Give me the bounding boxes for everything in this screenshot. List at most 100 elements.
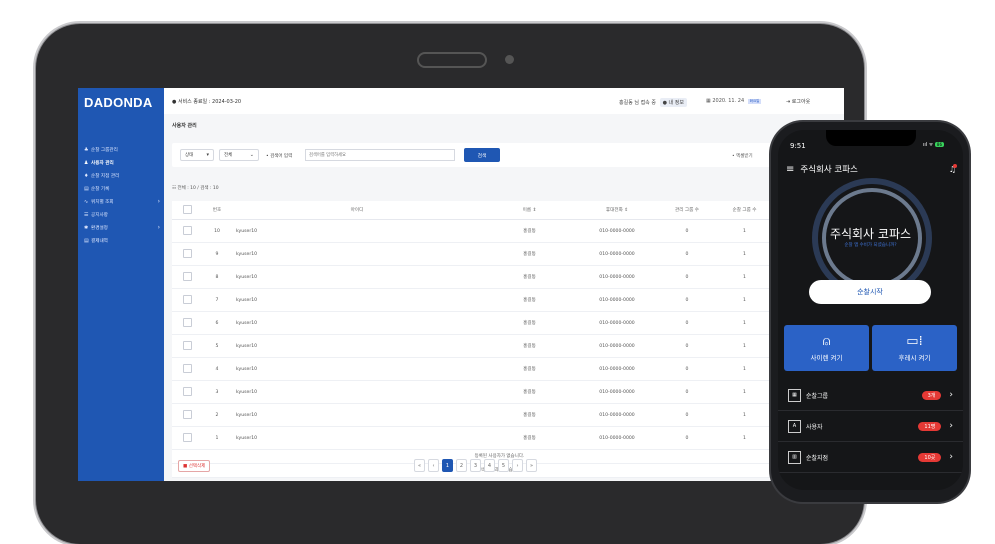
page-button-3[interactable]: 2 (456, 459, 467, 472)
row-manage-groups: 0 (657, 403, 717, 427)
sidebar-item-4[interactable]: ∿ 위치별 조회 › (84, 195, 160, 208)
column-header-0[interactable] (172, 201, 202, 220)
row-checkbox[interactable] (182, 294, 192, 304)
row-user-id[interactable]: kyuser10 (232, 403, 482, 427)
excel-download-link[interactable]: • 엑셀받기 (732, 153, 753, 159)
row-checkbox[interactable] (182, 432, 192, 442)
receipt-icon: ▤ (84, 237, 89, 244)
keyword-input[interactable] (305, 149, 455, 161)
row-user-id[interactable]: kyuser10 (232, 426, 482, 450)
row-name: 홍길동 (482, 265, 577, 289)
row-checkbox[interactable] (182, 386, 192, 396)
sidebar-menu: ♣ 순찰 그룹관리 ♟ 사용자 관리 ♦ 순찰 지점 관리 ▤ 순찰 기록 ∿ 위치별 조회 › ☰ 공… (84, 143, 160, 247)
table-row[interactable]: 9kyuser10홍길동010-0000-000001대기 (172, 242, 827, 266)
table-row[interactable]: 3kyuser10홍길동010-0000-000001승인 (172, 380, 827, 404)
gear-icon: ✱ (84, 224, 89, 231)
column-header-6: 순찰 그룹 수 (717, 201, 772, 220)
row-name: 홍길동 (482, 242, 577, 266)
row-checkbox[interactable] (182, 225, 192, 235)
row-phone: 010-0000-0000 (577, 380, 657, 404)
row-name: 홍길동 (482, 357, 577, 381)
scope-select[interactable]: 전체 ⌄ (219, 149, 259, 161)
logout-link[interactable]: ⇥ 로그아웃 (786, 98, 810, 105)
sidebar-item-0[interactable]: ♣ 순찰 그룹관리 (84, 143, 160, 156)
page-button-4[interactable]: 3 (470, 459, 481, 472)
row-checkbox[interactable] (182, 317, 192, 327)
table-row[interactable]: 10kyuser10홍길동010-0000-000001승인 (172, 219, 827, 243)
row-checkbox[interactable] (182, 409, 192, 419)
row-user-id[interactable]: kyuser10 (232, 265, 482, 289)
group-icon: ▦ (788, 388, 801, 402)
sidebar-item-5[interactable]: ☰ 공지사항 (84, 208, 160, 221)
filter-bar: 상태 ▾ 전체 ⌄ • 검색어 입력 검색 • 엑셀받기 (172, 143, 827, 167)
row-checkbox-cell (172, 426, 202, 450)
table-row[interactable]: 2kyuser10홍길동010-0000-000001승인 (172, 403, 827, 427)
table-row[interactable]: 7kyuser10홍길동010-0000-000001대기 (172, 288, 827, 312)
row-manage-groups: 0 (657, 426, 717, 450)
select-all-checkbox[interactable] (182, 204, 192, 214)
sidebar-item-label: 공지사항 (91, 212, 108, 218)
siren-label: 사이렌 켜기 (810, 354, 843, 362)
table-row[interactable]: 4kyuser10홍길동010-0000-000001승인 (172, 357, 827, 381)
trash-icon: ■ (183, 464, 188, 469)
flashlight-button[interactable]: ▭⁞ 후레시 켜기 (872, 325, 957, 371)
logo[interactable]: DADONDA (84, 95, 153, 110)
phone-list-item[interactable]: ▥ 순찰지점 10곳 › (778, 442, 963, 473)
row-user-id[interactable]: kyuser10 (232, 288, 482, 312)
row-user-id[interactable]: kyuser10 (232, 380, 482, 404)
row-checkbox-cell (172, 357, 202, 381)
chevron-right-icon: › (949, 390, 953, 400)
patrol-caption: 순찰 앱 수비가 되셨습니까? (844, 243, 897, 248)
column-header-1: 번호 (202, 201, 232, 220)
phone-list-item[interactable]: A 사용자 11명 › (778, 411, 963, 442)
sidebar-item-1[interactable]: ♟ 사용자 관리 (84, 156, 160, 169)
count-badge: 10곳 (918, 452, 942, 462)
sidebar-item-2[interactable]: ♦ 순찰 지점 관리 (84, 169, 160, 182)
page-button-0[interactable]: « (414, 459, 425, 472)
table-row[interactable]: 6kyuser10홍길동010-0000-000001승인 (172, 311, 827, 335)
hamburger-menu-icon[interactable]: ≡ (786, 164, 794, 175)
my-info-button[interactable]: ● 내 정보 (659, 98, 687, 107)
siren-button[interactable]: ⍝ 사이렌 켜기 (784, 325, 869, 371)
page-button-6[interactable]: 5 (498, 459, 509, 472)
row-phone: 010-0000-0000 (577, 242, 657, 266)
row-user-id[interactable]: kyuser10 (232, 357, 482, 381)
row-checkbox[interactable] (182, 271, 192, 281)
sidebar-item-label: 순찰 지점 관리 (91, 173, 120, 179)
my-info-label: 내 정보 (668, 100, 684, 106)
delete-selected-button[interactable]: ■ 선택삭제 (178, 460, 211, 472)
table-row[interactable]: 8kyuser10홍길동010-0000-000001승인 (172, 265, 827, 289)
row-checkbox[interactable] (182, 340, 192, 350)
quick-actions: ⍝ 사이렌 켜기 ▭⁞ 후레시 켜기 (784, 325, 957, 371)
phone-status-bar: ııl ᯤ 86 (923, 142, 945, 148)
start-patrol-button[interactable]: 순찰시작 (809, 280, 931, 304)
row-number: 1 (202, 426, 232, 450)
row-user-id[interactable]: kyuser10 (232, 219, 482, 243)
page-button-8[interactable]: » (526, 459, 537, 472)
page-button-7[interactable]: › (512, 459, 523, 472)
status-select[interactable]: 상태 ▾ (180, 149, 214, 161)
bell-icon[interactable]: ♫ (949, 163, 957, 174)
row-user-id[interactable]: kyuser10 (232, 334, 482, 358)
table-row[interactable]: 1kyuser10홍길동010-0000-000001승인 (172, 426, 827, 450)
row-phone: 010-0000-0000 (577, 426, 657, 450)
sidebar-item-3[interactable]: ▤ 순찰 기록 (84, 182, 160, 195)
page-button-2[interactable]: 1 (442, 459, 453, 472)
column-header-5: 관리 그룹 수 (657, 201, 717, 220)
column-header-4[interactable]: 휴대전화 ⇕ (577, 201, 657, 220)
column-header-3[interactable]: 이름 ⇕ (482, 201, 577, 220)
phone-list-item[interactable]: ▦ 순찰그룹 3개 › (778, 380, 963, 411)
row-patrol-groups: 1 (717, 380, 772, 404)
row-checkbox[interactable] (182, 363, 192, 373)
page-button-5[interactable]: 4 (484, 459, 495, 472)
chevron-down-icon: ▾ (206, 152, 209, 158)
sidebar-item-7[interactable]: ▤ 결제내역 (84, 234, 160, 247)
user-icon: ♟ (84, 159, 89, 166)
page-button-1[interactable]: ‹ (428, 459, 439, 472)
sidebar-item-6[interactable]: ✱ 환경설정 › (84, 221, 160, 234)
table-row[interactable]: 5kyuser10홍길동010-0000-000001승인 (172, 334, 827, 358)
row-user-id[interactable]: kyuser10 (232, 311, 482, 335)
row-user-id[interactable]: kyuser10 (232, 242, 482, 266)
row-checkbox[interactable] (182, 248, 192, 258)
search-button[interactable]: 검색 (464, 148, 500, 162)
